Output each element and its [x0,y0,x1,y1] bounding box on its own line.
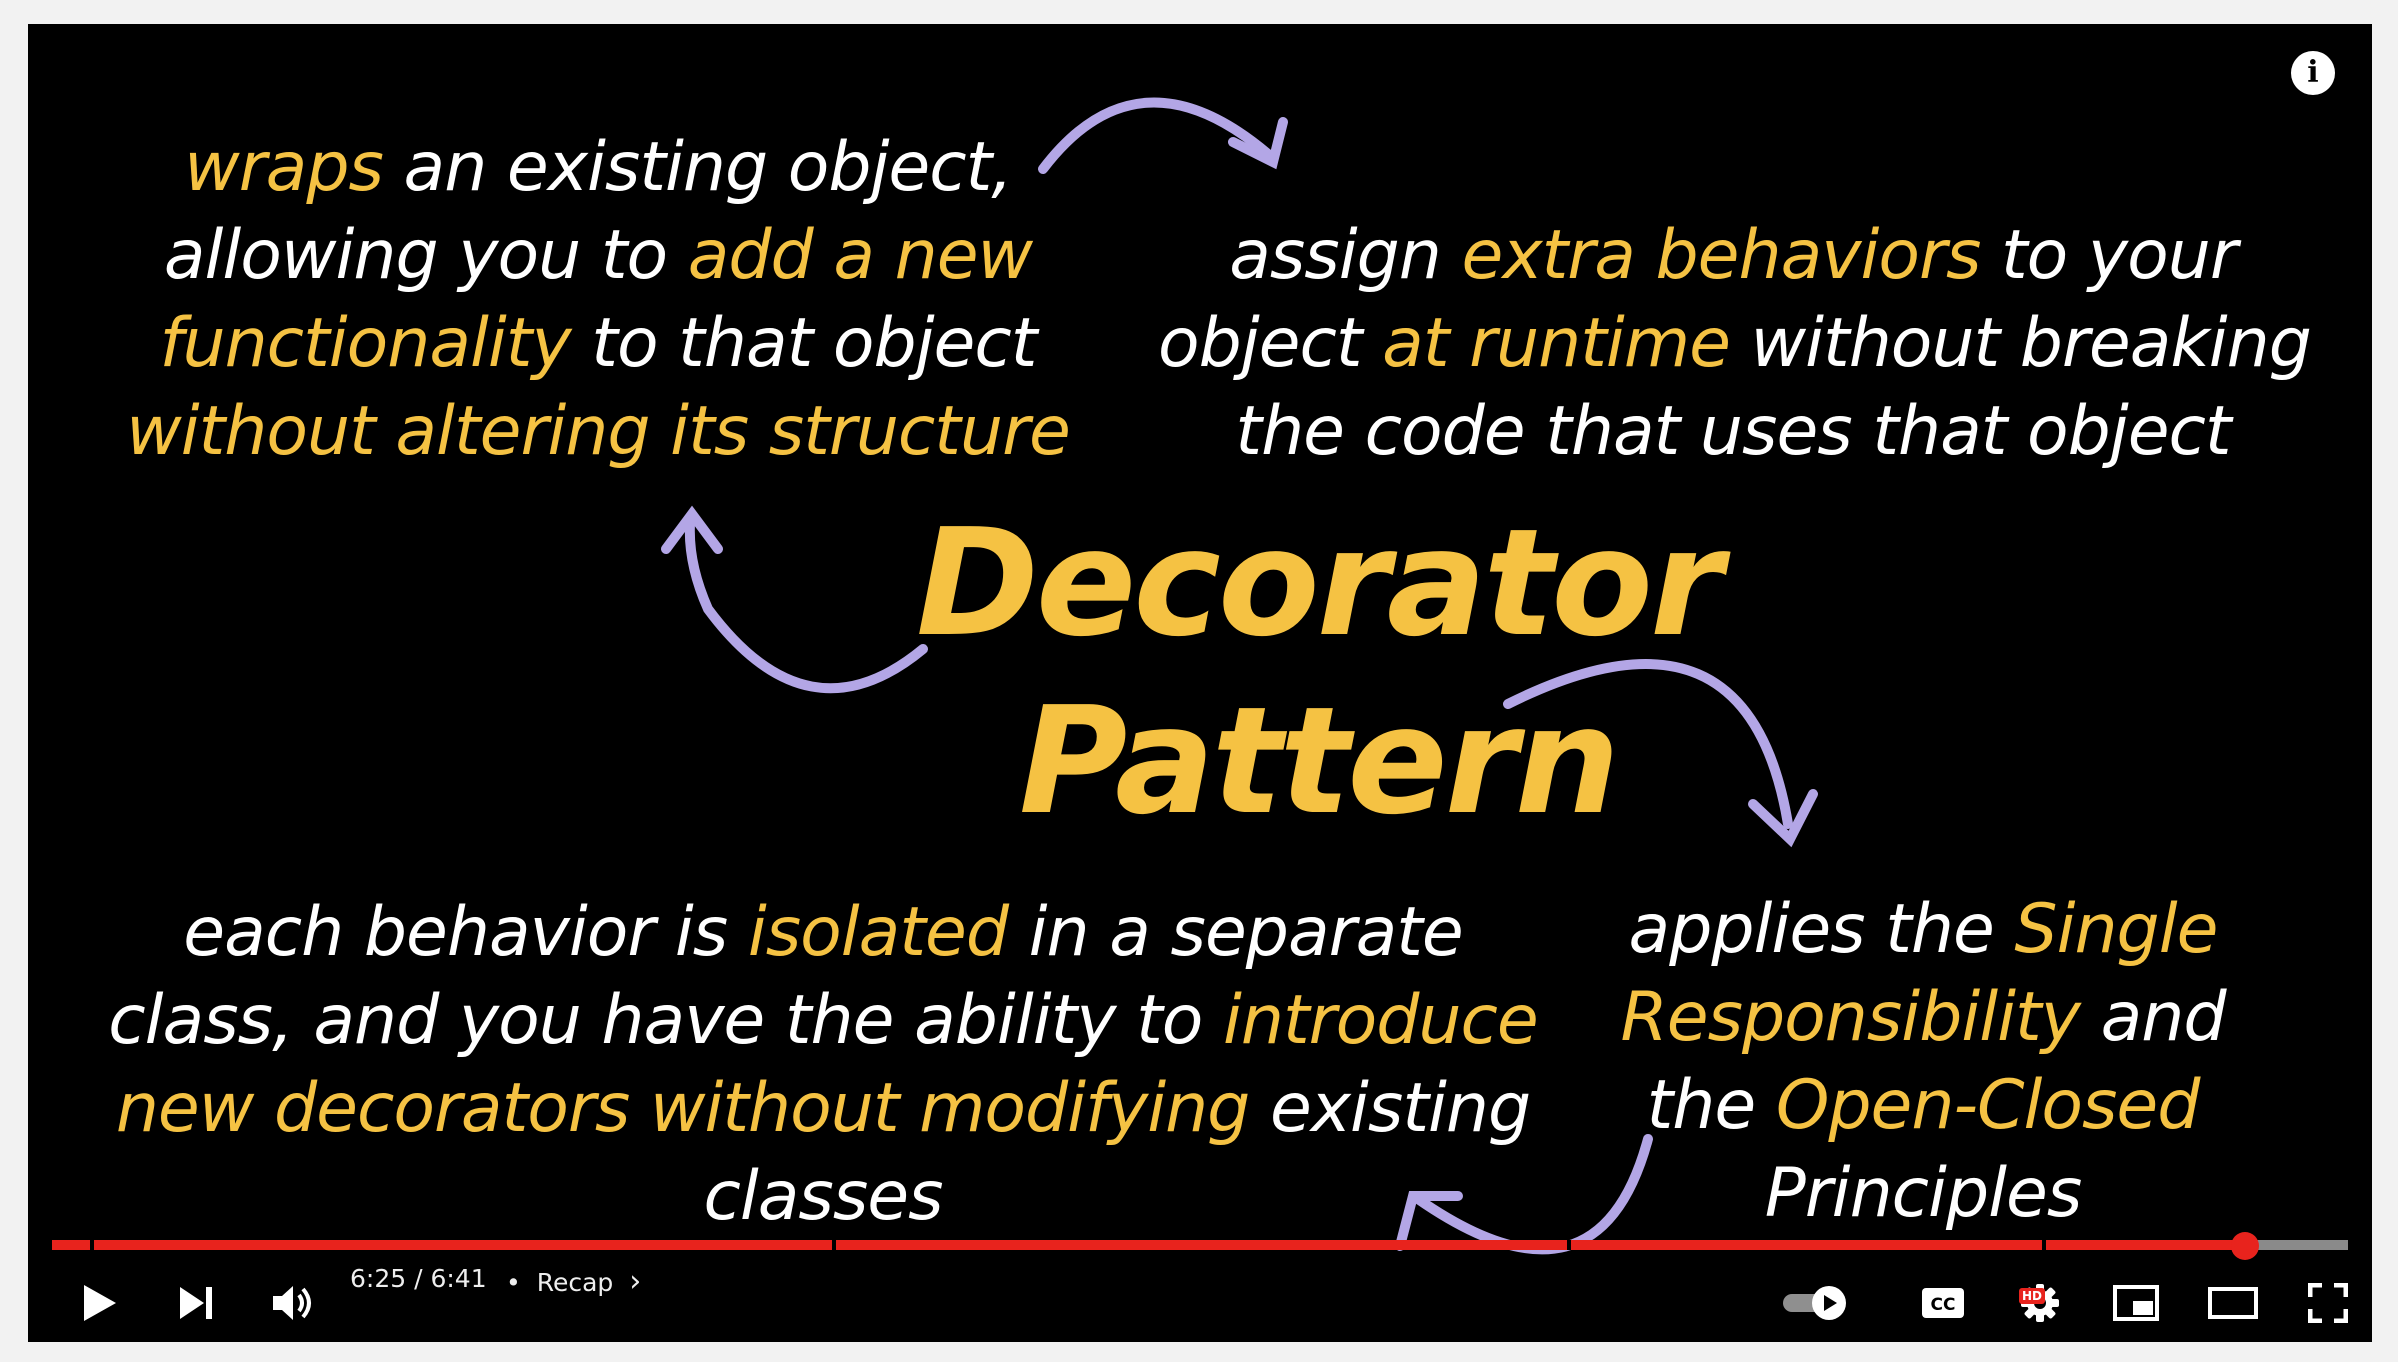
line: class, and you have the ability to intro… [88,977,1558,1065]
progress-bar[interactable] [52,1240,2348,1250]
line: Principles [1588,1150,2258,1238]
plain: class, and you have the ability to [108,981,1224,1060]
line: functionality to that object [98,300,1098,388]
line: applies the Single [1588,886,2258,974]
autoplay-toggle-icon [1783,1286,1846,1320]
line: each behavior is isolated in a separate [88,889,1558,977]
progress-played [52,1240,2245,1250]
plain: the code that uses that object [1235,392,2231,471]
highlight: Single [2014,890,2218,969]
plain: object [1158,304,1383,383]
line: allowing you to add a new [98,212,1098,300]
text-bottom-left: each behavior is isolated in a separate … [88,889,1558,1241]
highlight: extra behaviors [1461,216,1982,295]
line: assign extra behaviors to your [1158,212,2308,300]
play-button[interactable] [70,1264,130,1342]
text-top-right: assign extra behaviors to your object at… [1158,212,2312,476]
text-top-left: wraps an existing object, allowing you t… [98,124,1098,476]
plain: allowing you to [163,216,688,295]
theater-mode-icon [2208,1287,2258,1319]
next-button[interactable] [166,1264,226,1342]
fullscreen-icon [2308,1283,2348,1323]
line: Responsibility and [1588,974,2258,1062]
highlight: at runtime [1382,304,1731,383]
play-icon [84,1285,116,1321]
hd-badge: HD [2019,1288,2046,1304]
line: new decorators without modifying existin… [88,1065,1558,1153]
highlight: functionality [159,304,572,383]
highlight: new decorators without modifying [115,1069,1251,1148]
plain: without breaking [1729,304,2312,383]
plain: to that object [570,304,1037,383]
slide-title: Decorator Pattern [868,494,1768,850]
theater-mode-button[interactable] [2200,1264,2266,1342]
highlight: introduce [1223,981,1539,1060]
scrubber-handle[interactable] [2231,1232,2259,1260]
plain: classes [703,1157,943,1236]
title-line-2: Pattern [1018,675,1620,847]
chapter-separator: • [506,1268,521,1297]
line: the code that uses that object [1158,388,2308,476]
highlight: without altering its structure [126,392,1071,471]
chapter-button[interactable]: • Recap › [506,1264,641,1342]
highlight: wraps [184,128,384,207]
title-line-1: Decorator [916,497,1723,669]
chapter-marker [832,1240,836,1250]
plain: to your [1980,216,2238,295]
chapter-marker [1567,1240,1571,1250]
svg-text:CC: CC [1931,1295,1956,1315]
highlight: Responsibility [1620,978,2081,1057]
chapter-marker [2042,1240,2046,1250]
plain: and [2079,978,2227,1057]
line: without altering its structure [98,388,1098,476]
volume-button[interactable] [260,1264,326,1342]
miniplayer-icon [2113,1285,2159,1321]
line: the Open-Closed [1588,1062,2258,1150]
captions-icon: CC [1922,1288,1964,1318]
plain: applies the [1628,890,2015,969]
autoplay-toggle[interactable] [1776,1264,1856,1342]
video-player[interactable]: wraps an existing object, allowing you t… [28,24,2372,1342]
plain: each behavior is [183,893,748,972]
chevron-right-icon: › [629,1264,642,1299]
fullscreen-button[interactable] [2298,1264,2358,1342]
plain: in a separate [1008,893,1464,972]
plain: the [1646,1066,1776,1145]
line: wraps an existing object, [98,124,1098,212]
highlight: isolated [747,893,1009,972]
miniplayer-button[interactable] [2106,1264,2166,1342]
volume-icon [273,1286,311,1320]
text-bottom-right: applies the Single Responsibility and th… [1588,886,2258,1238]
line: classes [88,1153,1558,1241]
plain: an existing object, [382,128,1013,207]
next-icon [180,1287,212,1319]
highlight: Open-Closed [1775,1066,2201,1145]
chapter-title: Recap [536,1268,614,1297]
line: object at runtime without breaking [1158,300,2312,388]
captions-button[interactable]: CC [1913,1264,1973,1342]
chapter-marker [90,1240,94,1250]
plain: existing [1249,1069,1531,1148]
info-icon[interactable]: i [2291,51,2335,95]
highlight: add a new [687,216,1033,295]
plain: Principles [1764,1154,2083,1233]
plain: assign [1229,216,1462,295]
time-display: 6:25 / 6:41 [350,1264,487,1293]
